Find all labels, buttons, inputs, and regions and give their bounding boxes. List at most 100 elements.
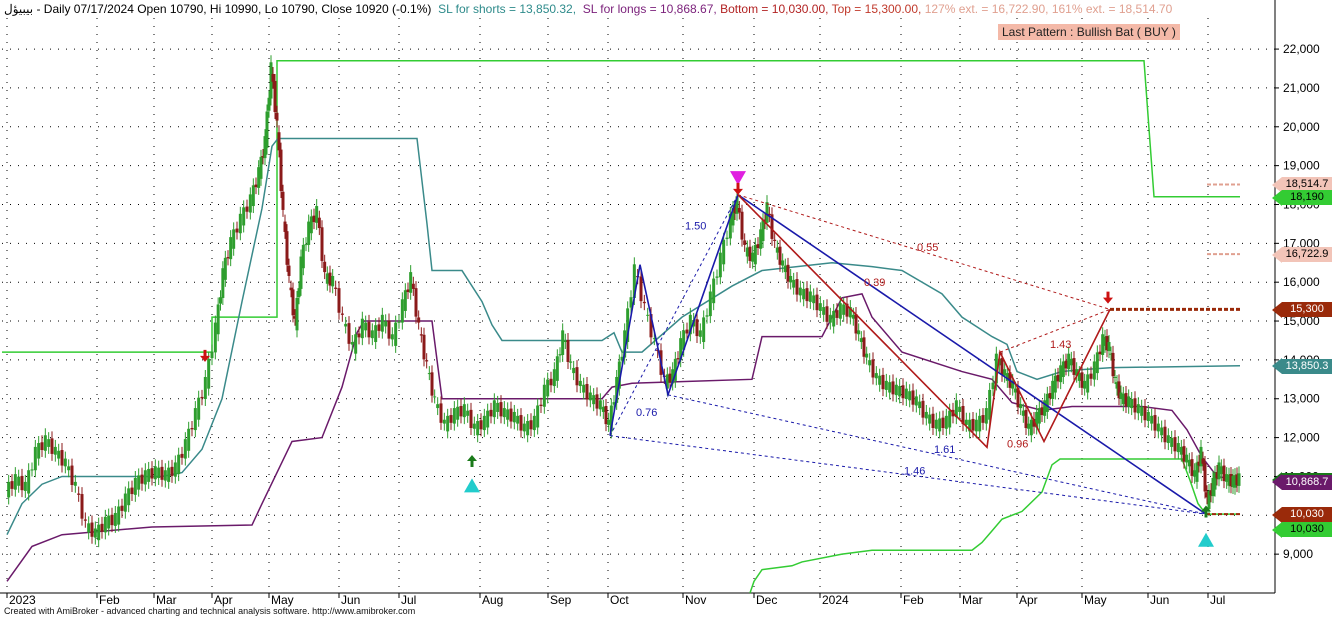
candle-body [552,369,556,387]
candle-body [705,315,709,317]
candle-body [304,244,308,246]
candle-body [287,265,291,276]
candle-body [117,506,121,525]
candle-body [712,278,716,304]
candle-body [822,307,826,315]
candle-body [312,215,316,223]
candle-body [1089,373,1093,379]
candle-body [295,297,299,331]
candle-body [798,287,802,296]
candle-body [411,283,415,289]
candle-body [1021,410,1025,416]
candle-body [928,414,932,424]
candle-body [459,405,463,417]
candle-body [271,73,275,82]
candle-body [542,384,546,407]
candle-body [479,420,483,430]
candle-body [1113,376,1117,378]
candle-body [1013,388,1017,393]
y-tick-label: 22,000 [1283,42,1320,56]
candle-body [425,360,429,362]
candle-body [604,405,608,425]
candle-body [566,339,570,362]
candle-body [320,227,324,261]
candle-body [223,257,227,280]
candle-body [575,367,579,386]
candle-body [309,216,313,234]
price-tag: 10,030 [1282,507,1332,523]
candle-body [572,367,576,374]
candle-body [1059,365,1063,383]
candle-body [173,462,177,477]
candle-body [668,373,672,383]
candle-body [948,410,952,428]
candle-body [991,382,995,390]
candle-body [277,132,281,151]
ratio-label: 0.55 [917,242,938,254]
candle-body [512,411,516,423]
x-tick-label: Feb [99,593,120,607]
candle-body [1173,437,1177,452]
candle-body [1237,473,1241,486]
price-tag-pointer [1272,506,1282,523]
chart-header: بيبيؤل - Daily 07/17/2024 Open 10790, Hi… [4,2,1172,16]
candle-body [10,481,14,489]
candle-body [914,396,918,406]
pattern-bottom-triangle [464,478,480,493]
candle-body [400,299,404,323]
candle-body [781,260,785,266]
candle-body [561,330,565,355]
candle-body [462,404,466,418]
candle-body [153,466,157,480]
candle-body [187,428,191,451]
candle-body [370,330,374,339]
x-tick-label: 2024 [822,593,849,607]
candle-body [1146,411,1150,422]
candle-body [783,265,787,273]
candle-body [1095,352,1099,374]
candle-body [502,408,506,418]
price-tag: 10,868.7 [1282,474,1332,490]
candle-body [279,149,283,192]
candle-body [203,376,207,400]
candle-body [377,324,381,331]
candle-body [417,317,421,323]
candle-body [442,419,446,424]
candle-body [851,314,855,319]
candle-body [267,97,271,111]
candle-body [110,514,114,526]
candle-body [380,314,384,332]
candle-body [430,372,434,396]
candle-body [143,470,147,485]
candle-body [898,386,902,397]
candle-body [871,359,875,378]
candle-body [1140,406,1144,416]
candle-body [354,334,358,354]
candle-body [718,252,722,278]
candle-body [60,450,64,466]
price-chart[interactable]: 9,00010,00011,00012,00013,00014,00015,00… [0,0,1336,619]
candle-body [456,406,460,420]
candle-body [1024,409,1028,429]
candle-body [57,450,61,459]
candle-body [97,524,101,541]
candle-body [1190,459,1194,476]
candle-body [558,354,562,356]
candle-body [350,342,354,345]
candle-body [433,396,437,398]
candle-body [232,229,236,249]
candle-body [585,383,589,400]
candle-body [582,384,586,393]
candle-body [743,240,747,245]
candle-body [1201,458,1205,464]
candle-body [265,111,269,148]
candle-body [598,400,602,410]
candle-body [921,400,925,418]
candle-body [740,211,744,240]
candle-body [1069,358,1073,366]
candle-body [1187,459,1191,467]
price-tag: 13,850.3 [1282,358,1332,374]
candle-body [364,322,368,331]
candle-body [275,112,279,121]
candle-body [695,319,699,337]
